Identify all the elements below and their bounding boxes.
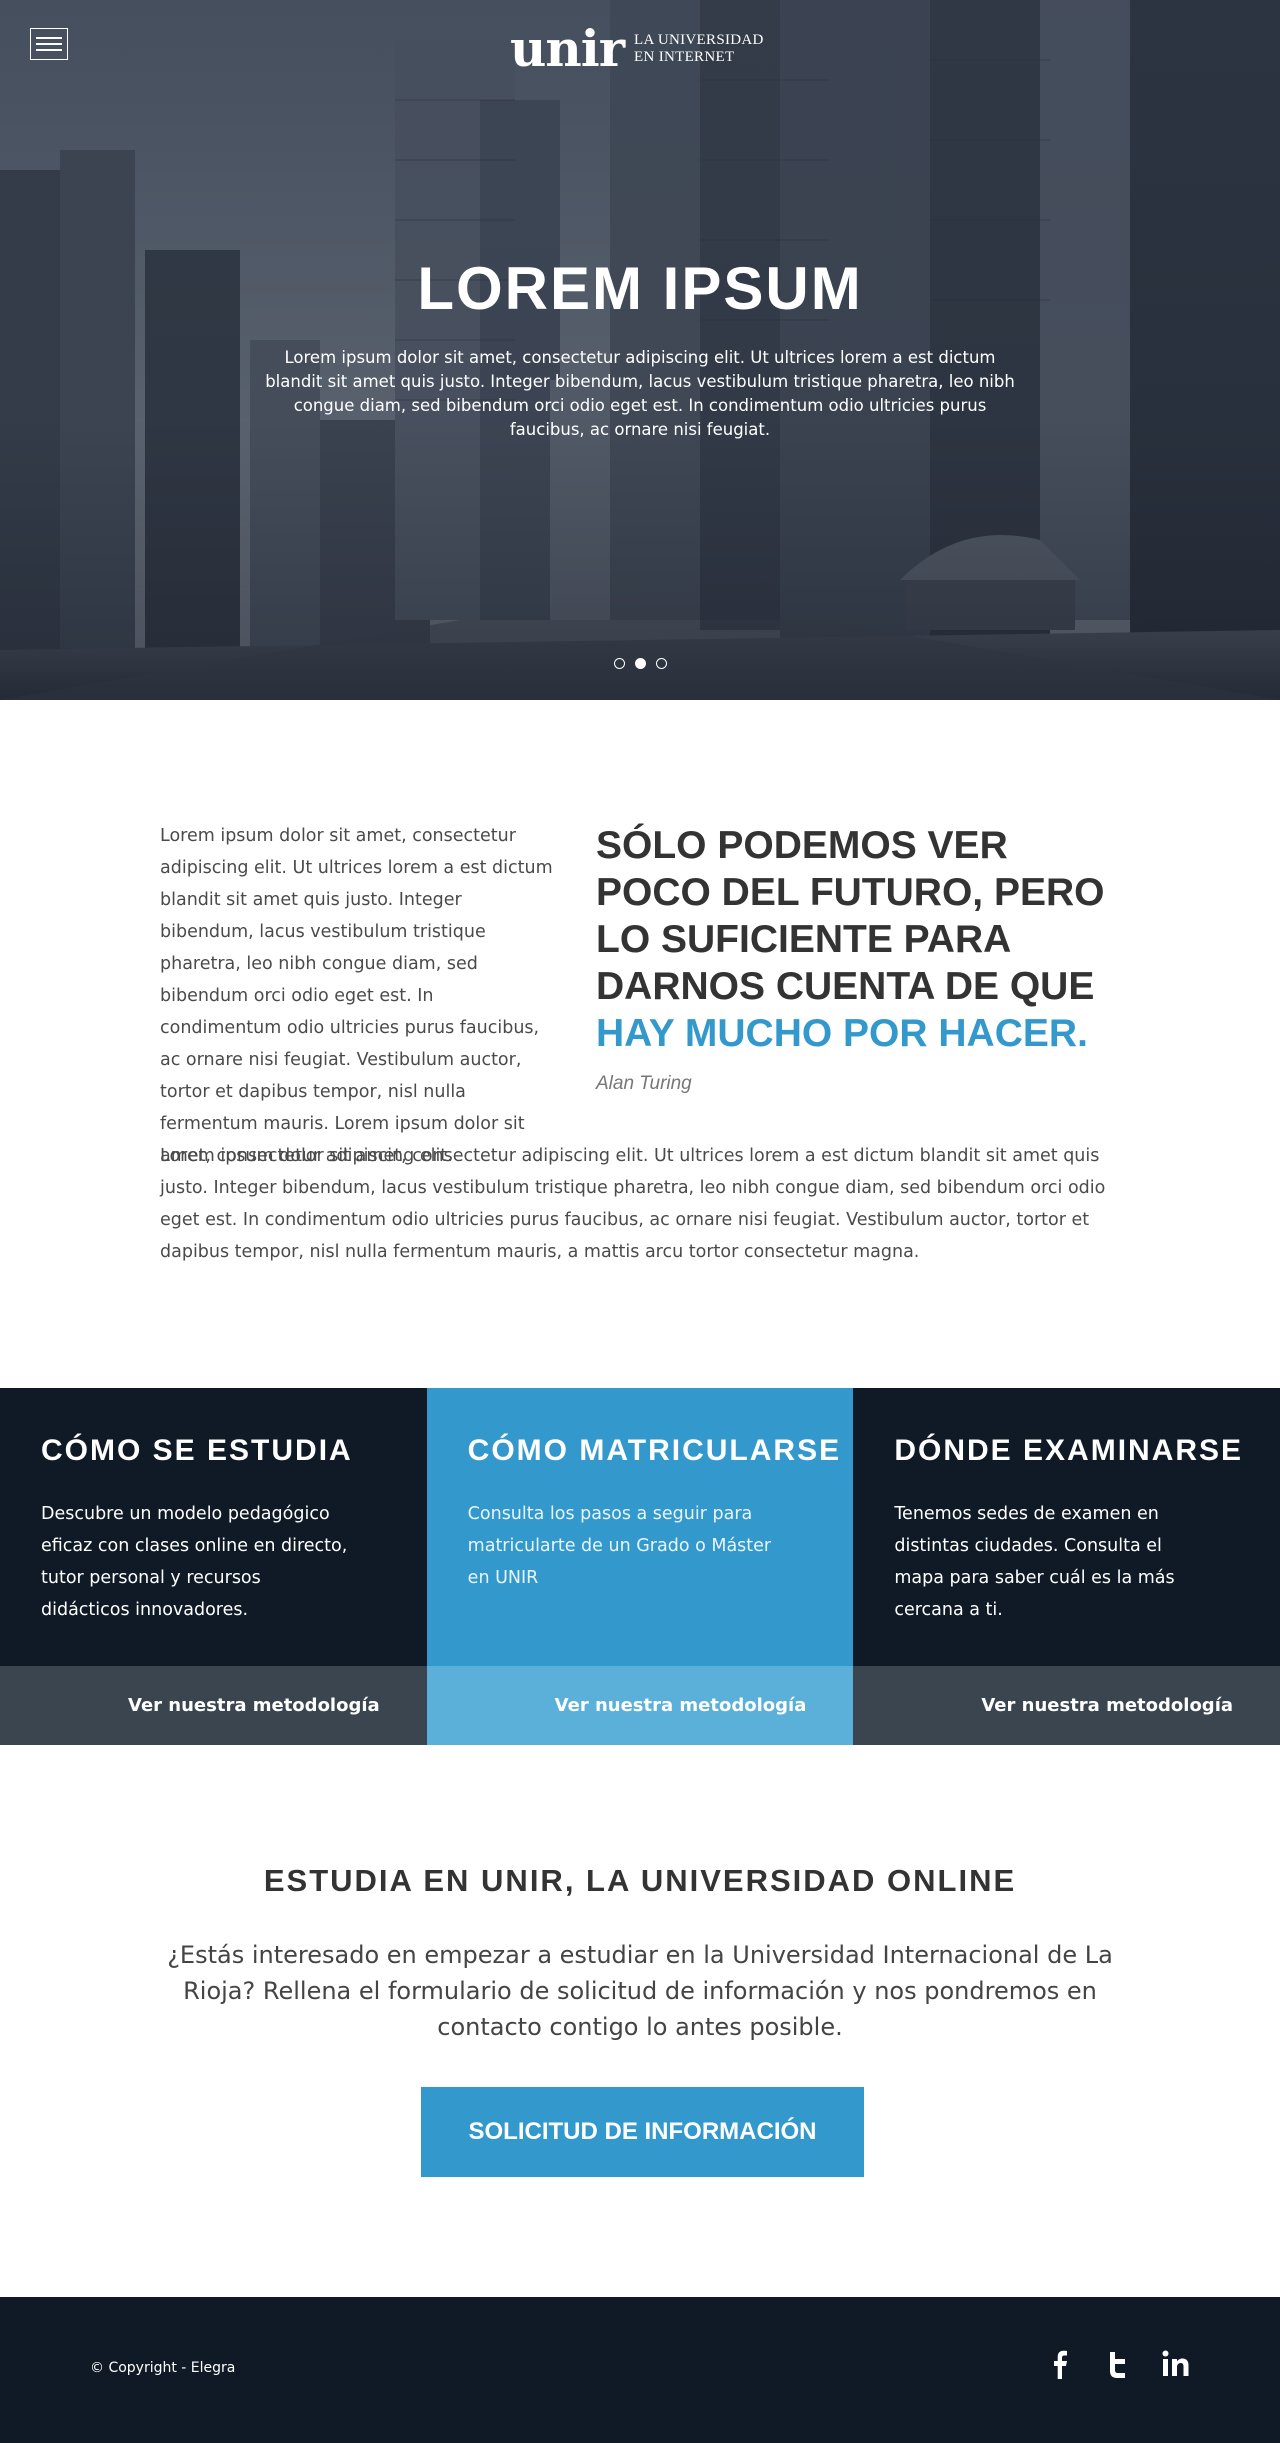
feature-text: Tenemos sedes de examen en distintas ciu… bbox=[894, 1504, 1175, 1620]
intro-left-text: Lorem ipsum dolor sit amet, consectetur … bbox=[160, 826, 553, 1166]
hero-title: LOREM IPSUM bbox=[417, 255, 863, 322]
slider-dot-3[interactable] bbox=[655, 658, 667, 669]
hero-section: unir LA UNIVERSIDAD EN INTERNET LOREM IP… bbox=[0, 0, 1280, 700]
signup-text: ¿Estás interesado en empezar a estudiar … bbox=[167, 1941, 1113, 2041]
intro-section: Lorem ipsum dolor sit amet, consectetur … bbox=[0, 700, 1280, 1388]
feature-text: Consulta los pasos a seguir para matricu… bbox=[467, 1504, 772, 1588]
request-info-button[interactable]: SOLICITUD DE INFORMACIÓN bbox=[421, 2087, 864, 2177]
social-links bbox=[1046, 2349, 1190, 2379]
feature-cta-link[interactable]: Ver nuestra metodología bbox=[0, 1666, 427, 1745]
slider-dot-2[interactable] bbox=[634, 658, 646, 669]
quote-main: SÓLO PODEMOS VER POCO DEL FUTURO, PERO L… bbox=[596, 824, 1105, 1008]
features-section: CÓMO SE ESTUDIA Descubre un modelo pedag… bbox=[0, 1388, 1280, 1745]
feature-text: Descubre un modelo pedagógico eficaz con… bbox=[41, 1504, 348, 1620]
facebook-icon[interactable] bbox=[1046, 2349, 1074, 2379]
slider-dot-1[interactable] bbox=[613, 658, 625, 669]
feature-cta-link[interactable]: Ver nuestra metodología bbox=[853, 1666, 1280, 1745]
feature-title: CÓMO MATRICULARSE bbox=[467, 1434, 842, 1467]
linkedin-icon[interactable] bbox=[1162, 2349, 1190, 2379]
quote-highlight: HAY MUCHO POR HACER. bbox=[596, 1012, 1088, 1055]
copyright-text: © Copyright - Elegra bbox=[90, 2360, 236, 2376]
logo-mark: unir bbox=[510, 19, 625, 78]
unir-logo[interactable]: unir LA UNIVERSIDAD EN INTERNET bbox=[510, 24, 764, 74]
feature-title: CÓMO SE ESTUDIA bbox=[41, 1434, 353, 1467]
feature-cta-link[interactable]: Ver nuestra metodología bbox=[426, 1666, 854, 1745]
logo-tagline: LA UNIVERSIDAD EN INTERNET bbox=[634, 32, 764, 66]
intro-full-text: Lorem ipsum dolor sit amet, consectetur … bbox=[160, 1146, 1106, 1262]
logo-tagline-line2: EN INTERNET bbox=[634, 49, 735, 65]
feature-como-se-estudia: CÓMO SE ESTUDIA Descubre un modelo pedag… bbox=[0, 1388, 427, 1745]
quote-text: SÓLO PODEMOS VER POCO DEL FUTURO, PERO L… bbox=[596, 822, 1126, 1057]
feature-donde-examinarse: DÓNDE EXAMINARSE Tenemos sedes de examen… bbox=[853, 1388, 1280, 1745]
footer: © Copyright - Elegra bbox=[0, 2297, 1280, 2443]
quote-author: Alan Turing bbox=[596, 1073, 692, 1094]
logo-tagline-line1: LA UNIVERSIDAD bbox=[634, 32, 764, 48]
feature-title: DÓNDE EXAMINARSE bbox=[894, 1434, 1244, 1467]
signup-section: ESTUDIA EN UNIR, LA UNIVERSIDAD ONLINE ¿… bbox=[0, 1745, 1280, 2297]
hero-text: Lorem ipsum dolor sit amet, consectetur … bbox=[265, 348, 1015, 439]
signup-title: ESTUDIA EN UNIR, LA UNIVERSIDAD ONLINE bbox=[263, 1863, 1017, 1898]
slider-dots bbox=[0, 658, 1280, 669]
feature-como-matricularse: CÓMO MATRICULARSE Consulta los pasos a s… bbox=[426, 1388, 854, 1745]
menu-icon[interactable] bbox=[30, 28, 68, 60]
twitter-icon[interactable] bbox=[1104, 2349, 1132, 2379]
